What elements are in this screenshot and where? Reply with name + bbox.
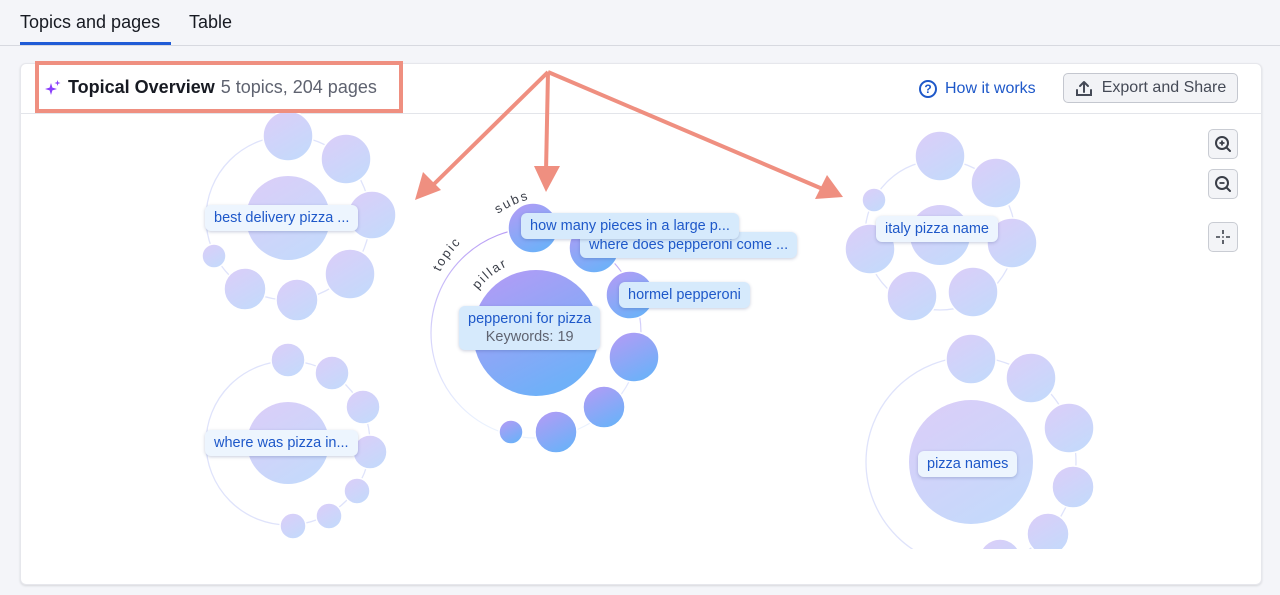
subtopic-bubble[interactable] xyxy=(498,419,524,445)
zoom-out-button[interactable] xyxy=(1208,169,1238,199)
subtopic-bubble[interactable] xyxy=(1005,352,1057,404)
subtopic-bubble[interactable] xyxy=(352,434,388,470)
subtopic-bubble[interactable] xyxy=(275,278,319,322)
subtopic-bubble[interactable] xyxy=(1051,465,1095,509)
tab-table[interactable]: Table xyxy=(189,12,232,33)
subtopic-bubble[interactable] xyxy=(270,342,306,378)
subtopic-bubble[interactable] xyxy=(945,333,997,385)
subtopic-bubble[interactable] xyxy=(947,266,999,318)
question-circle-icon: ? xyxy=(919,80,937,98)
topic-name: pepperoni for pizza xyxy=(468,311,592,327)
card-header: Topical Overview 5 topics, 204 pages ? H… xyxy=(21,64,1261,114)
subtopic-bubble[interactable] xyxy=(534,410,578,454)
subtopic-bubble[interactable] xyxy=(315,502,343,530)
subtopic-bubble[interactable] xyxy=(608,331,660,383)
subtopic-bubble[interactable] xyxy=(886,270,938,322)
subtopic-bubble[interactable] xyxy=(345,389,381,425)
tab-topics-and-pages[interactable]: Topics and pages xyxy=(20,12,160,33)
subtopic-label-how-many-pieces[interactable]: how many pieces in a large p... xyxy=(521,213,739,239)
zoom-out-icon xyxy=(1215,176,1231,192)
subtopic-bubble[interactable] xyxy=(1026,512,1070,555)
crosshair-icon xyxy=(1216,230,1230,244)
card-title: Topical Overview 5 topics, 204 pages xyxy=(44,77,377,98)
export-label: Export and Share xyxy=(1101,79,1227,96)
subtopic-bubble[interactable] xyxy=(914,130,966,182)
subtopic-bubble[interactable] xyxy=(1043,402,1095,454)
subtopic-bubble[interactable] xyxy=(970,157,1022,209)
subtopic-bubble[interactable] xyxy=(582,385,626,429)
subtopic-bubble[interactable] xyxy=(201,243,227,269)
topic-page-count: 5 topics, 204 pages xyxy=(220,77,377,97)
annotation-arrow-middle xyxy=(544,71,550,173)
tab-bar: Topics and pages Table xyxy=(0,0,1280,46)
topic-label-pizza-names[interactable]: pizza names xyxy=(918,451,1018,477)
subtopic-bubble[interactable] xyxy=(343,477,371,505)
how-it-works-link[interactable]: ? How it works xyxy=(919,76,1036,102)
subtopic-label-hormel-pepperoni[interactable]: hormel pepperoni xyxy=(619,282,750,308)
subtopic-bubble[interactable] xyxy=(324,248,376,300)
page-title: Topical Overview xyxy=(68,77,215,97)
keywords-count: Keywords: 19 xyxy=(485,329,574,345)
subtopic-bubble[interactable] xyxy=(223,267,267,311)
export-and-share-button[interactable]: Export and Share xyxy=(1063,73,1238,103)
topic-label-where-was-pizza[interactable]: where was pizza in... xyxy=(205,430,358,456)
how-it-works-label: How it works xyxy=(945,80,1036,97)
upload-icon xyxy=(1075,81,1092,96)
zoom-in-button[interactable] xyxy=(1208,129,1238,159)
sparkle-icon xyxy=(45,79,61,95)
topic-label-pepperoni[interactable]: pepperoni for pizza Keywords: 19 xyxy=(459,306,601,350)
subtopic-bubble[interactable] xyxy=(314,355,350,391)
subtopic-bubble[interactable] xyxy=(861,187,887,213)
active-tab-indicator xyxy=(20,42,171,45)
center-view-button[interactable] xyxy=(1208,222,1238,252)
topic-label-best-delivery[interactable]: best delivery pizza ... xyxy=(205,205,359,231)
subtopic-bubble[interactable] xyxy=(279,512,307,540)
subtopic-bubble[interactable] xyxy=(320,133,372,185)
zoom-in-icon xyxy=(1215,136,1231,152)
topic-label-italy-pizza[interactable]: italy pizza name xyxy=(876,216,998,242)
subtopic-bubble[interactable] xyxy=(262,111,314,162)
